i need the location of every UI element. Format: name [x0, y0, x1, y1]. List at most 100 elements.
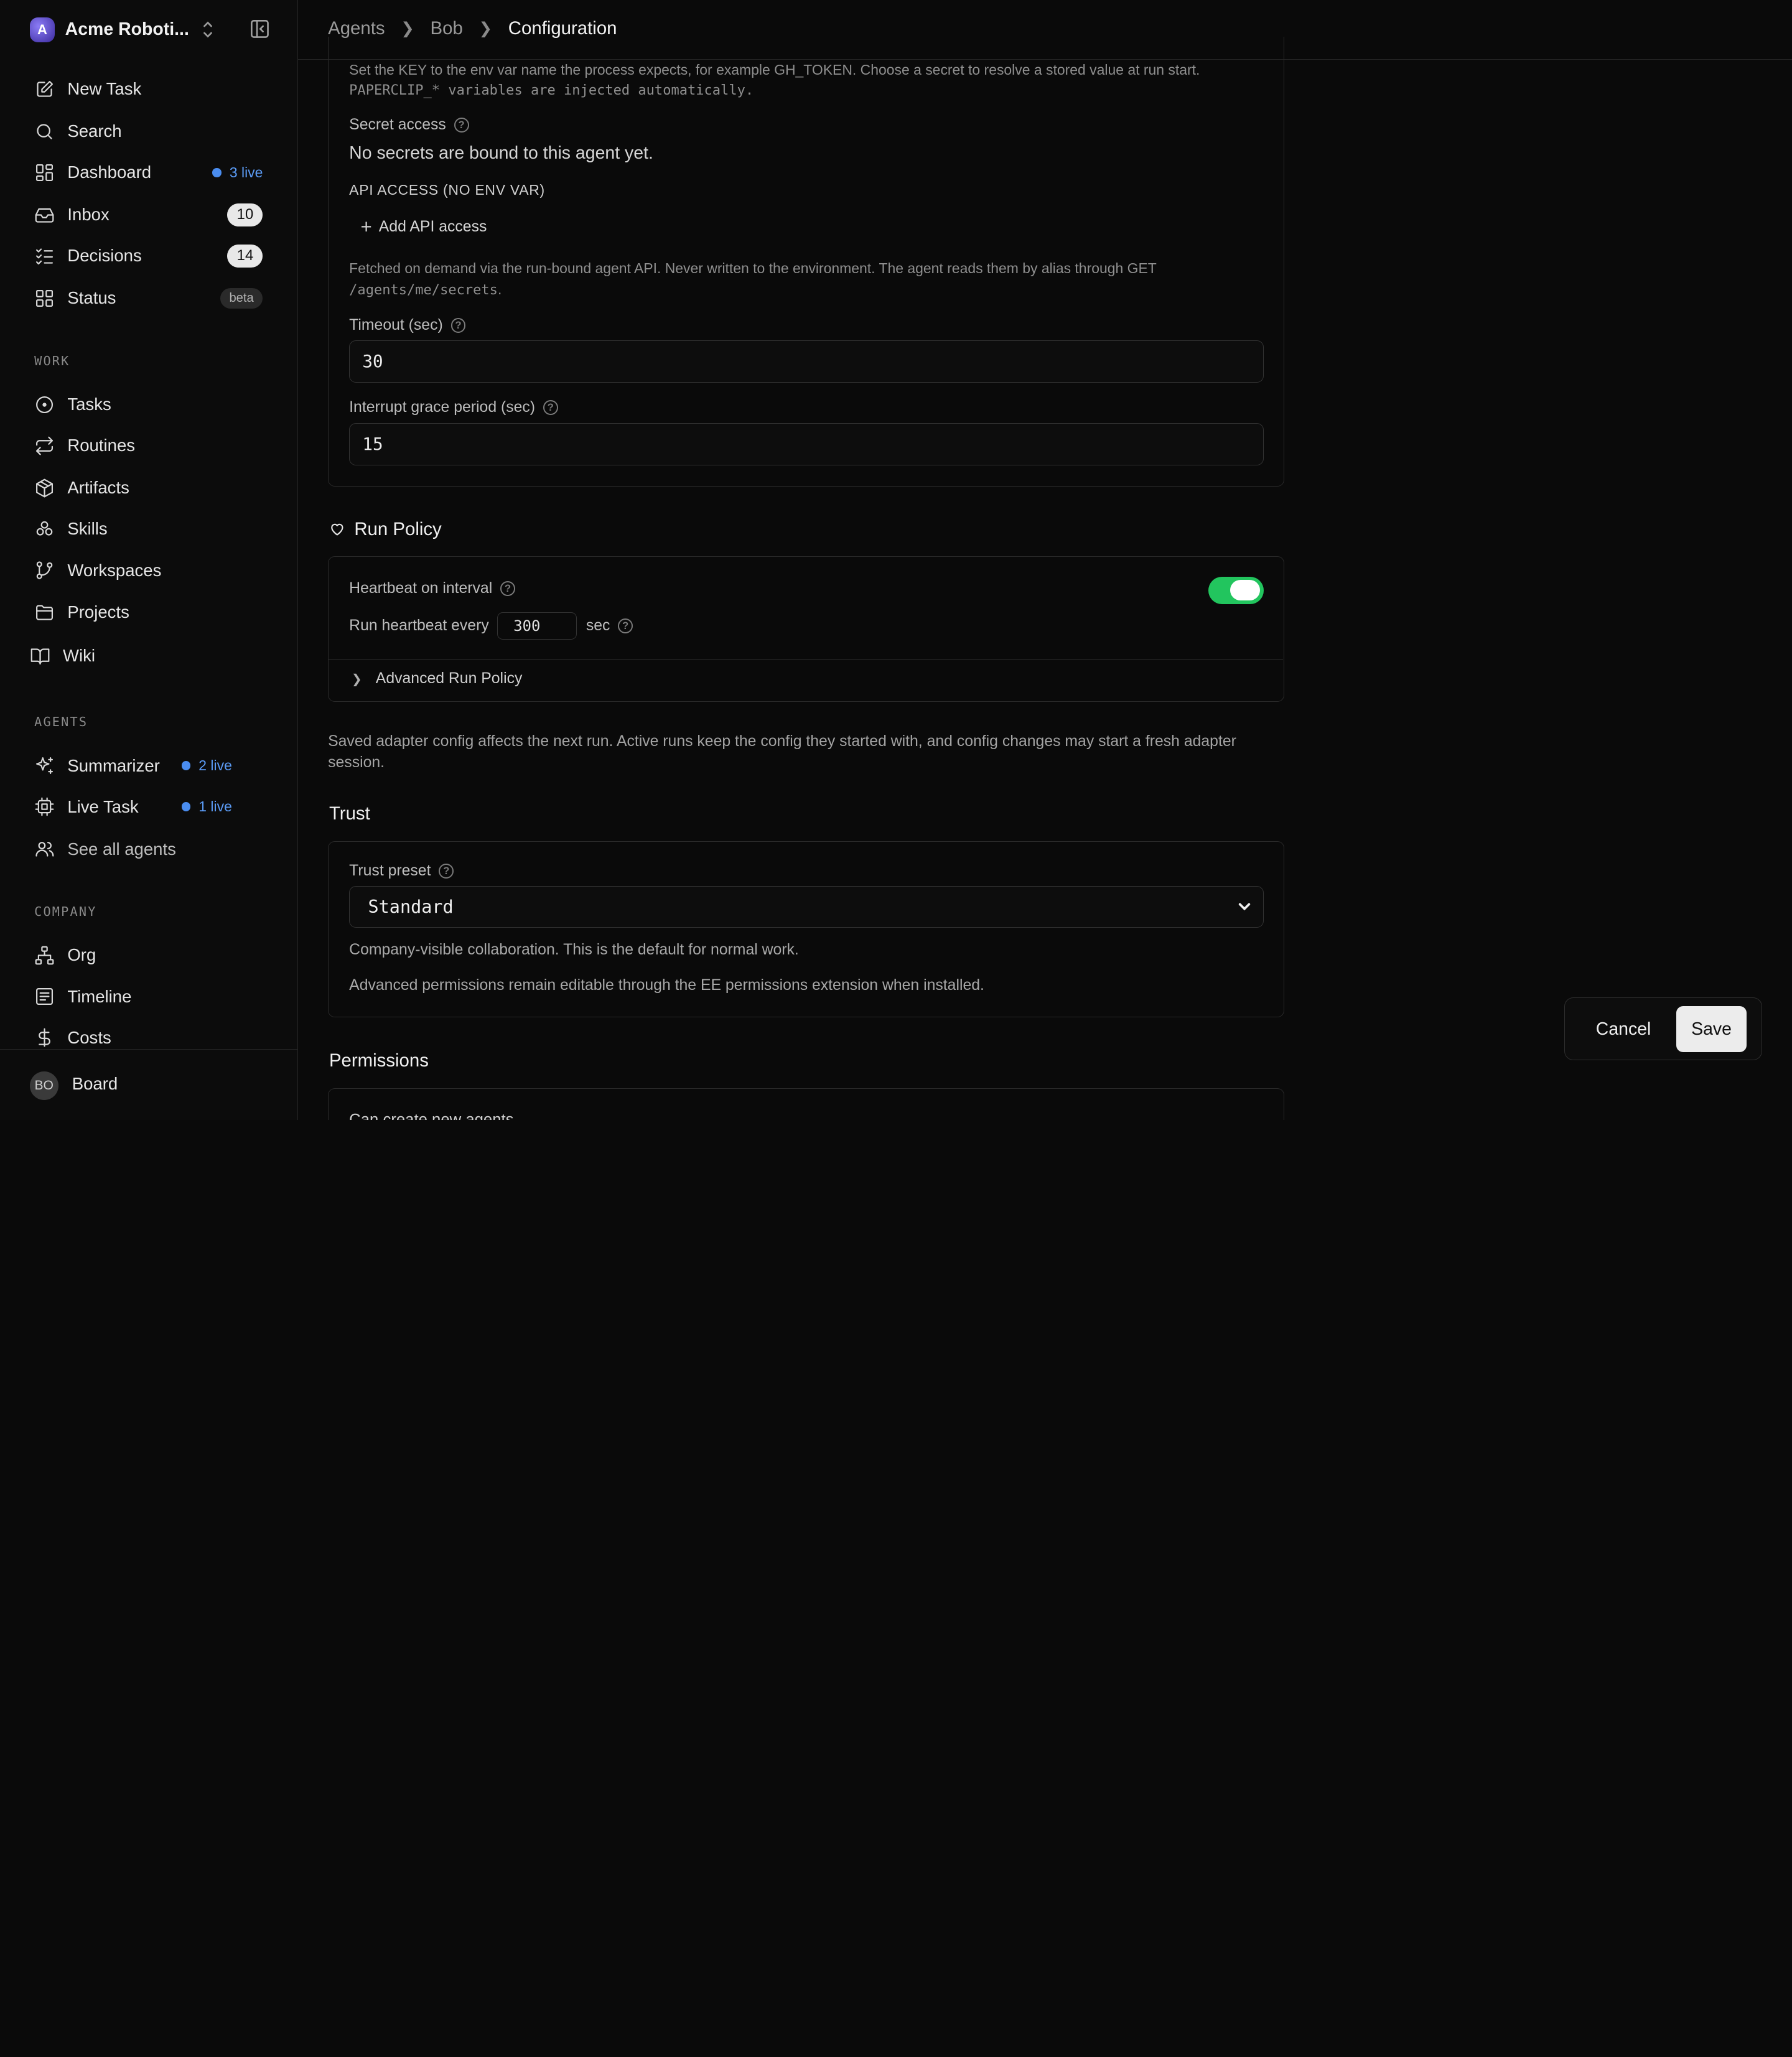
nav-new-task[interactable]: New Task [34, 75, 263, 103]
trust-preset-select[interactable]: Standard [349, 886, 1264, 928]
live-count: 3 live [229, 164, 263, 180]
nav-label: Projects [67, 602, 129, 622]
permissions-card: Can create new agents [328, 1088, 1285, 1120]
nav-label: Search [67, 121, 122, 141]
cancel-button[interactable]: Cancel [1581, 1007, 1666, 1051]
nav-status[interactable]: Status beta [34, 284, 263, 312]
nav-inbox[interactable]: Inbox 10 [34, 201, 263, 228]
heartbeat-toggle[interactable] [1208, 576, 1264, 604]
trust-preset-label-text: Trust preset [349, 862, 431, 879]
note-line2: session. [328, 753, 385, 771]
help-icon[interactable]: ? [618, 618, 633, 633]
secret-access-text: Secret access [349, 116, 446, 134]
help-icon[interactable]: ? [543, 400, 558, 415]
run-policy-title: Run Policy [354, 518, 442, 539]
nav-label: Timeline [67, 986, 132, 1006]
timeout-input[interactable]: 30 [349, 340, 1264, 383]
grace-period-input[interactable]: 15 [349, 422, 1264, 465]
nav-label: Dashboard [67, 162, 152, 182]
user-name: Board [72, 1073, 118, 1093]
nav-costs[interactable]: Costs [34, 1024, 263, 1052]
trust-advanced-note: Advanced permissions remain editable thr… [349, 976, 984, 994]
company-switcher[interactable]: A Acme Roboti... [29, 17, 270, 42]
sparkles-icon [34, 755, 55, 776]
heartbeat-unit: sec [586, 617, 610, 634]
help-icon[interactable]: ? [500, 581, 515, 597]
heartbeat-interval-input[interactable]: 300 [497, 612, 577, 640]
nav-timeline[interactable]: Timeline [34, 983, 263, 1010]
nav-artifacts[interactable]: Artifacts [34, 474, 263, 501]
nav-see-all-agents[interactable]: See all agents [34, 836, 263, 863]
nav-projects[interactable]: Projects [34, 599, 263, 626]
live-dot [181, 761, 191, 770]
sidebar-collapse-icon[interactable] [249, 18, 271, 40]
live-indicator: 3 live [212, 164, 263, 181]
save-button[interactable]: Save [1676, 1006, 1747, 1052]
nav-label: Decisions [67, 246, 142, 266]
save-action-bar: Cancel Save [1564, 997, 1763, 1061]
chevron-right-icon: ❯ [478, 20, 493, 38]
add-api-access-button[interactable]: + Add API access [361, 216, 487, 238]
section-agents-label: AGENTS [34, 714, 88, 729]
trust-heading: Trust [329, 803, 370, 824]
nav-label: Skills [67, 519, 108, 539]
checklist-icon [34, 246, 55, 266]
run-policy-card: Heartbeat on interval? Run heartbeat eve… [328, 556, 1285, 702]
api-hint-end: . [497, 281, 502, 298]
permissions-heading: Permissions [329, 1050, 429, 1071]
user-menu[interactable]: BO Board [0, 1049, 299, 1120]
inbox-icon [34, 205, 55, 225]
api-access-heading: API ACCESS (NO ENV VAR) [349, 182, 545, 198]
nav-decisions[interactable]: Decisions 14 [34, 242, 263, 269]
nav-workspaces[interactable]: Workspaces [34, 556, 263, 584]
avatar: BO [29, 1071, 58, 1100]
timeout-label-text: Timeout (sec) [349, 316, 443, 334]
secret-empty-text: No secrets are bound to this agent yet. [349, 142, 653, 163]
adapter-config-note: Saved adapter config affects the next ru… [328, 731, 1284, 772]
add-api-label: Add API access [378, 218, 487, 236]
nav-label: Wiki [63, 646, 96, 666]
repeat-icon [34, 436, 55, 456]
nav-routines[interactable]: Routines [34, 432, 263, 459]
advanced-run-policy-label: Advanced Run Policy [375, 670, 523, 688]
heartbeat-interval-row: Run heartbeat every 300 sec ? [349, 612, 633, 640]
help-icon[interactable]: ? [439, 863, 454, 879]
timeout-label: Timeout (sec)? [349, 316, 466, 334]
help-icon[interactable]: ? [454, 118, 469, 133]
nav-agent-summarizer[interactable]: Summarizer 2 live [34, 752, 263, 780]
nav-label: Inbox [67, 205, 110, 225]
api-hint: Fetched on demand via the run-bound agen… [349, 258, 1263, 301]
heartbeat-label-text: Heartbeat on interval [349, 580, 493, 597]
chevron-right-icon: ❯ [351, 672, 362, 686]
chevron-down-icon [1238, 903, 1251, 910]
trust-card: Trust preset? Standard Company-visible c… [328, 841, 1285, 1017]
help-icon[interactable]: ? [450, 317, 466, 333]
advanced-run-policy-toggle[interactable]: ❯ Advanced Run Policy [352, 670, 523, 688]
nav-skills[interactable]: Skills [34, 515, 263, 543]
nav-tasks[interactable]: Tasks [34, 391, 263, 418]
heart-icon [331, 523, 343, 536]
permission-create-agents: Can create new agents [349, 1111, 513, 1120]
git-branch-icon [34, 560, 55, 581]
secret-access-label: Secret access? [349, 116, 469, 134]
search-icon [34, 121, 55, 142]
nav-search[interactable]: Search [34, 118, 263, 145]
live-indicator: 2 live [181, 757, 232, 774]
inbox-count-badge: 10 [227, 203, 263, 226]
dashboard-icon [34, 162, 55, 183]
nav-agent-live-task[interactable]: Live Task 1 live [34, 793, 263, 821]
grace-label-text: Interrupt grace period (sec) [349, 399, 536, 416]
live-dot [212, 167, 222, 177]
live-count: 1 live [198, 798, 232, 815]
nav-label: Org [67, 945, 96, 965]
folder-icon [34, 602, 55, 623]
env-hint: Set the KEY to the env var name the proc… [349, 60, 1263, 102]
nav-label: Tasks [67, 394, 111, 414]
api-hint-line1: Fetched on demand via the run-bound agen… [349, 260, 1157, 277]
nav-org[interactable]: Org [34, 941, 263, 969]
chevron-right-icon: ❯ [401, 20, 414, 38]
nav-dashboard[interactable]: Dashboard 3 live [34, 159, 263, 186]
live-count: 2 live [198, 757, 232, 774]
section-company-label: COMPANY [34, 903, 97, 919]
nav-wiki[interactable]: Wiki [30, 642, 258, 669]
